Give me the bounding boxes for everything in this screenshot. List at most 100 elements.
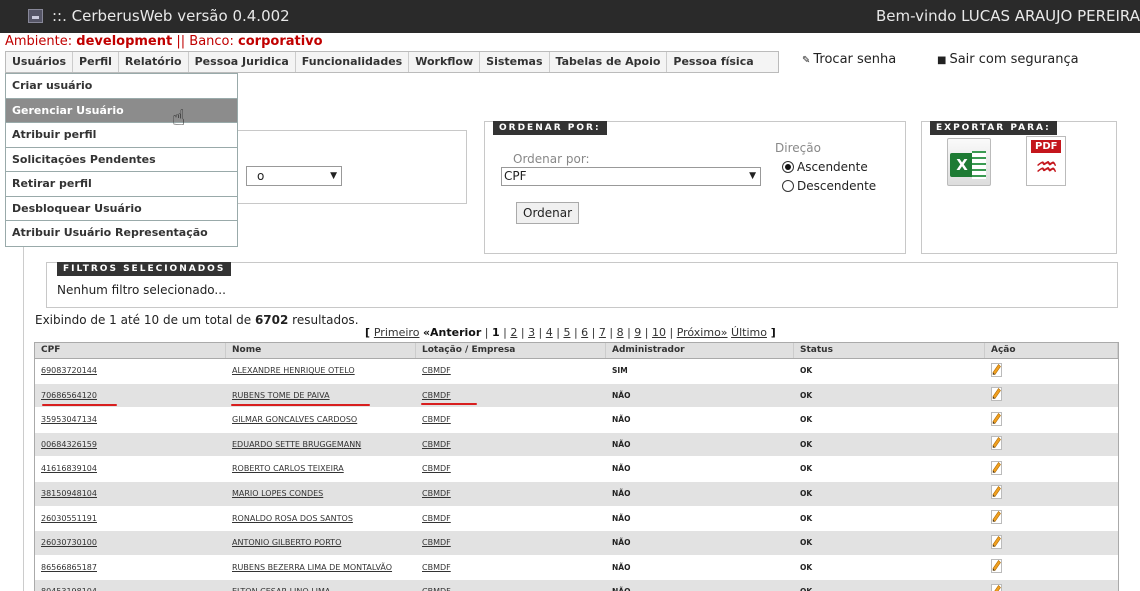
cpf-link[interactable]: 26030730100: [41, 538, 97, 547]
dropdown-item-retirar-perfil[interactable]: Retirar perfil: [6, 172, 237, 197]
radio-ascending[interactable]: Ascendente: [782, 160, 868, 174]
admin-cell: NÃO: [612, 415, 631, 425]
order-by-select[interactable]: CPF ▼: [501, 167, 761, 186]
table-cell: 86566865187: [35, 556, 226, 580]
excel-grid-glyph: [972, 151, 986, 179]
table-row: 86566865187 RUBENS BEZERRA LIMA DE MONTAL…: [35, 555, 1118, 581]
name-link[interactable]: RONALDO ROSA DOS SANTOS: [232, 514, 353, 523]
lotacao-link[interactable]: CBMDF: [422, 538, 451, 547]
lotacao-link[interactable]: CBMDF: [422, 391, 451, 400]
pager-page[interactable]: 5: [563, 326, 570, 339]
pencil-edit-icon[interactable]: [991, 485, 1002, 500]
table-cell: NÃO: [606, 531, 794, 555]
pager-page[interactable]: 2: [510, 326, 517, 339]
pager-next[interactable]: Próximo»: [677, 326, 728, 339]
cpf-link[interactable]: 26030551191: [41, 514, 97, 523]
name-link[interactable]: ELTON CESAR LINO LIMA: [232, 587, 330, 591]
change-password-label: Trocar senha: [813, 52, 897, 67]
action-cell: [985, 482, 1118, 506]
cpf-link[interactable]: 80453198104: [41, 587, 97, 591]
users-table: CPF Nome Lotação / Empresa Administrador Sta…: [34, 342, 1119, 591]
table-cell: CBMDF: [416, 433, 606, 457]
table-row: 38150948104 MARIO LOPES CONDES CBMDF NÃO OK: [35, 481, 1118, 507]
menu-item-perfil[interactable]: Perfil: [73, 52, 119, 72]
lotacao-link[interactable]: CBMDF: [422, 366, 451, 375]
lotacao-link[interactable]: CBMDF: [422, 514, 451, 523]
dropdown-item-atribuir-perfil[interactable]: Atribuir perfil: [6, 123, 237, 148]
name-link[interactable]: MARIO LOPES CONDES: [232, 489, 323, 498]
pdf-export-icon[interactable]: PDF ♒: [1026, 136, 1066, 186]
radio-descending[interactable]: Descendente: [782, 179, 876, 193]
lotacao-link[interactable]: CBMDF: [422, 587, 451, 591]
pencil-edit-icon[interactable]: [991, 510, 1002, 525]
filter-select[interactable]: o ▼: [246, 166, 342, 186]
pager-page[interactable]: 6: [581, 326, 588, 339]
pencil-edit-icon[interactable]: [991, 534, 1002, 549]
pager-page[interactable]: 9: [634, 326, 641, 339]
menu-item-tabelas-de-apoio[interactable]: Tabelas de Apoio: [550, 52, 668, 72]
pagination: [ Primeiro «Anterior | 1 | 2 | 3 | 4 | 5…: [365, 326, 776, 339]
menu-item-pessoa-juridica[interactable]: Pessoa Juridica: [189, 52, 296, 72]
name-link[interactable]: RUBENS TOME DE PAIVA: [232, 391, 330, 400]
action-cell: [985, 531, 1118, 555]
menu-item-sistemas[interactable]: Sistemas: [480, 52, 550, 72]
cpf-link[interactable]: 86566865187: [41, 563, 97, 572]
name-link[interactable]: GILMAR GONCALVES CARDOSO: [232, 415, 357, 424]
table-cell: CBMDF: [416, 556, 606, 580]
status-cell: OK: [800, 538, 813, 548]
name-link[interactable]: ROBERTO CARLOS TEIXEIRA: [232, 464, 344, 473]
status-cell: OK: [800, 562, 813, 572]
pager-page[interactable]: 10: [652, 326, 666, 339]
name-link[interactable]: EDUARDO SETTE BRUGGEMANN: [232, 440, 361, 449]
cpf-link[interactable]: 41616839104: [41, 464, 97, 473]
pager-page[interactable]: 8: [617, 326, 624, 339]
lotacao-link[interactable]: CBMDF: [422, 563, 451, 572]
admin-cell: NÃO: [612, 513, 631, 523]
pencil-edit-icon[interactable]: [991, 411, 1002, 426]
lotacao-link[interactable]: CBMDF: [422, 464, 451, 473]
table-cell: OK: [794, 359, 985, 383]
lotacao-link[interactable]: CBMDF: [422, 415, 451, 424]
pencil-edit-icon[interactable]: [991, 362, 1002, 377]
menu-item-workflow[interactable]: Workflow: [409, 52, 481, 72]
pager-last[interactable]: Último: [731, 326, 767, 339]
cpf-link[interactable]: 38150948104: [41, 489, 97, 498]
dropdown-item-solicitações-pendentes[interactable]: Solicitações Pendentes: [6, 148, 237, 172]
menu-item-funcionalidades[interactable]: Funcionalidades: [296, 52, 410, 72]
pencil-edit-icon[interactable]: [991, 583, 1002, 591]
dropdown-item-atribuir-usuário-representação[interactable]: Atribuir Usuário Representação: [6, 221, 237, 246]
menu-item-usuários[interactable]: Usuários: [6, 52, 74, 72]
cpf-link[interactable]: 35953047134: [41, 415, 97, 424]
pager-page[interactable]: 4: [546, 326, 553, 339]
lotacao-link[interactable]: CBMDF: [422, 489, 451, 498]
name-link[interactable]: RUBENS BEZERRA LIMA DE MONTALVÃO: [232, 563, 392, 572]
cpf-link[interactable]: 69083720144: [41, 366, 97, 375]
lotacao-link[interactable]: CBMDF: [422, 440, 451, 449]
dropdown-item-gerenciar-usuário[interactable]: Gerenciar Usuário: [6, 98, 237, 123]
cpf-link[interactable]: 70686564120: [41, 391, 97, 400]
change-password-link[interactable]: ✎ Trocar senha: [802, 52, 896, 67]
menu-item-relatório[interactable]: Relatório: [119, 52, 189, 72]
order-button[interactable]: Ordenar: [516, 202, 580, 224]
name-link[interactable]: ANTONIO GILBERTO PORTO: [232, 538, 341, 547]
name-link[interactable]: ALEXANDRE HENRIQUE OTELO: [232, 366, 355, 375]
environment-info: Ambiente: development || Banco: corporat…: [5, 34, 323, 49]
menu-item-pessoa-física[interactable]: Pessoa física: [667, 52, 777, 72]
cpf-link[interactable]: 00684326159: [41, 440, 97, 449]
pager-first[interactable]: Primeiro: [374, 326, 420, 339]
table-cell: NÃO: [606, 507, 794, 531]
pencil-edit-icon[interactable]: [991, 436, 1002, 451]
dropdown-item-criar-usuário[interactable]: Criar usuário: [6, 74, 237, 99]
pager-page[interactable]: 7: [599, 326, 606, 339]
excel-export-icon[interactable]: X: [947, 138, 991, 186]
table-cell: OK: [794, 531, 985, 555]
pencil-edit-icon[interactable]: [991, 460, 1002, 475]
pencil-edit-icon[interactable]: [991, 387, 1002, 402]
pencil-edit-icon[interactable]: [991, 559, 1002, 574]
dropdown-item-desbloquear-usuário[interactable]: Desbloquear Usuário: [6, 197, 237, 221]
logout-link[interactable]: ■ Sair com segurança: [937, 52, 1079, 67]
pager-page[interactable]: 3: [528, 326, 535, 339]
status-cell: OK: [800, 366, 813, 375]
column-header: Ação: [985, 343, 1118, 358]
table-cell: CBMDF: [416, 359, 606, 383]
